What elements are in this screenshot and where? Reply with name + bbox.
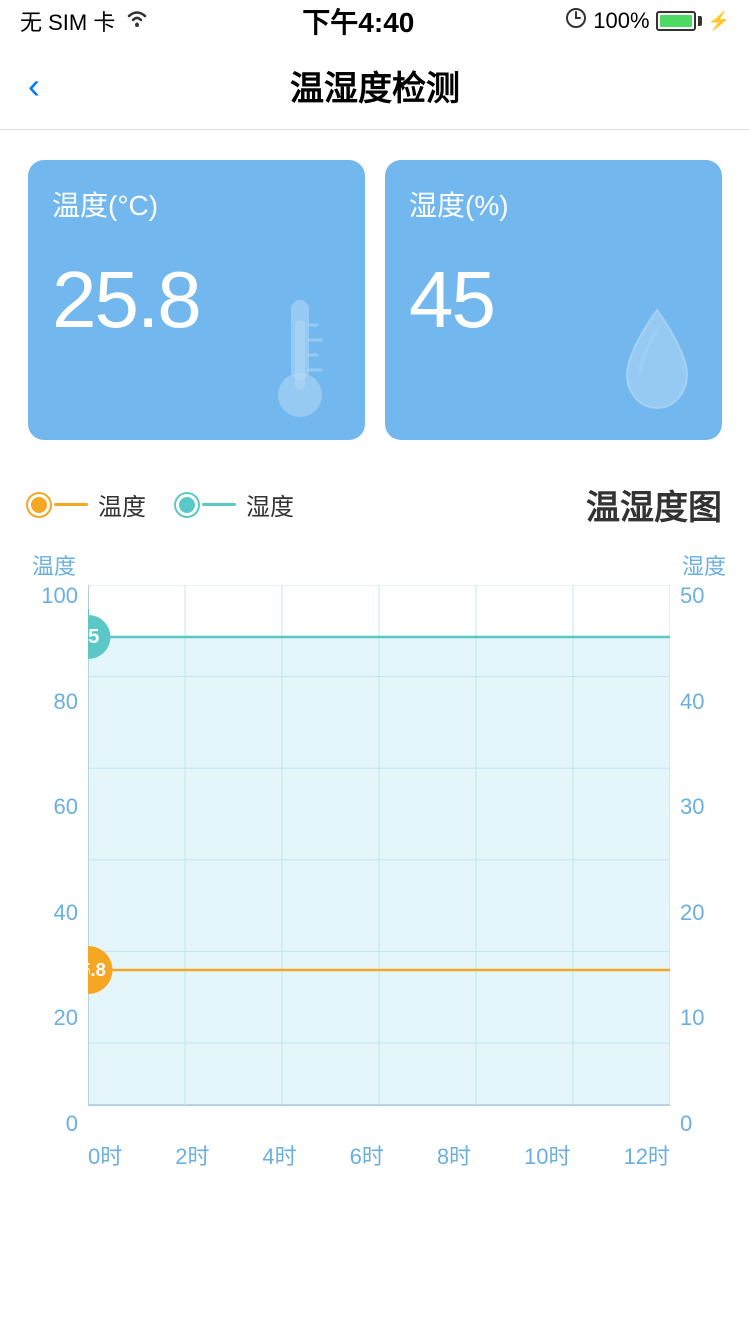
legend-humidity: 湿度 (176, 487, 294, 522)
legend-temperature: 温度 (28, 487, 146, 522)
battery-percent: 100% (593, 8, 649, 34)
x-label-8: 8时 (437, 1139, 471, 1171)
y-right-header: 湿度 (682, 549, 730, 581)
y-left-80: 80 (54, 691, 78, 713)
sim-status: 无 SIM 卡 (20, 5, 115, 37)
chart-legend: 温度 湿度 (28, 487, 586, 522)
svg-text:45: 45 (88, 626, 99, 648)
legend-humi-dot (176, 494, 198, 516)
y-right-20: 20 (680, 902, 704, 924)
status-time: 下午4:40 (302, 1, 414, 41)
y-right-30: 30 (680, 796, 704, 818)
x-label-10: 10时 (524, 1139, 570, 1171)
y-left-40: 40 (54, 902, 78, 924)
y-axis-right: 50 40 30 20 10 0 (670, 585, 730, 1165)
legend-temp-dot (28, 494, 50, 516)
y-right-10: 10 (680, 1007, 704, 1029)
nav-bar: ‹ 温湿度检测 (0, 42, 750, 130)
y-left-60: 60 (54, 796, 78, 818)
x-label-6: 6时 (350, 1139, 384, 1171)
x-axis-labels: 0时 2时 4时 6时 8时 10时 12时 (88, 1135, 670, 1171)
y-right-0: 0 (680, 1113, 692, 1135)
y-left-100: 100 (41, 585, 78, 607)
legend-temp-line (54, 503, 88, 506)
battery-icon (656, 11, 702, 31)
charging-icon: ⚡ (708, 11, 730, 32)
back-button[interactable]: ‹ (28, 65, 40, 107)
status-right: 100% ⚡ (565, 7, 730, 35)
cards-section: 温度(°C) 25.8 湿度(%) 45 (0, 130, 750, 460)
y-right-50: 50 (680, 585, 704, 607)
temp-card-label: 温度(°C) (52, 184, 341, 224)
humi-card-label: 湿度(%) (409, 184, 698, 224)
status-left: 无 SIM 卡 (20, 5, 151, 37)
legend-temp-label: 温度 (98, 487, 146, 522)
page-title: 温湿度检测 (290, 61, 460, 110)
drop-icon (612, 300, 702, 420)
x-label-4: 4时 (262, 1139, 296, 1171)
x-label-2: 2时 (175, 1139, 209, 1171)
chart-wrap: 100 80 60 40 20 0 (28, 585, 730, 1171)
humidity-card: 湿度(%) 45 (385, 160, 722, 440)
svg-text:25.8: 25.8 (88, 960, 106, 980)
thermometer-icon (255, 290, 345, 420)
status-bar: 无 SIM 卡 下午4:40 100% ⚡ (0, 0, 750, 42)
lock-rotation-icon (565, 7, 587, 35)
y-left-header: 温度 (28, 549, 76, 581)
chart-container: 温度 湿度 100 80 60 40 20 0 (0, 539, 750, 1191)
chart-header: 温度 湿度 温湿度图 (0, 460, 750, 539)
y-left-0: 0 (66, 1113, 78, 1135)
y-axis-left: 100 80 60 40 20 0 (28, 585, 88, 1165)
legend-humi-label: 湿度 (246, 487, 294, 522)
wifi-icon (123, 8, 151, 34)
chart-svg: 45 25.8 0时 2时 4时 6时 8时 10时 12时 (88, 585, 670, 1171)
x-label-0: 0时 (88, 1139, 122, 1171)
y-right-40: 40 (680, 691, 704, 713)
legend-humi-line (202, 503, 236, 506)
temperature-card: 温度(°C) 25.8 (28, 160, 365, 440)
x-label-12: 12时 (623, 1139, 669, 1171)
y-left-20: 20 (54, 1007, 78, 1029)
chart-title: 温湿度图 (586, 480, 722, 529)
